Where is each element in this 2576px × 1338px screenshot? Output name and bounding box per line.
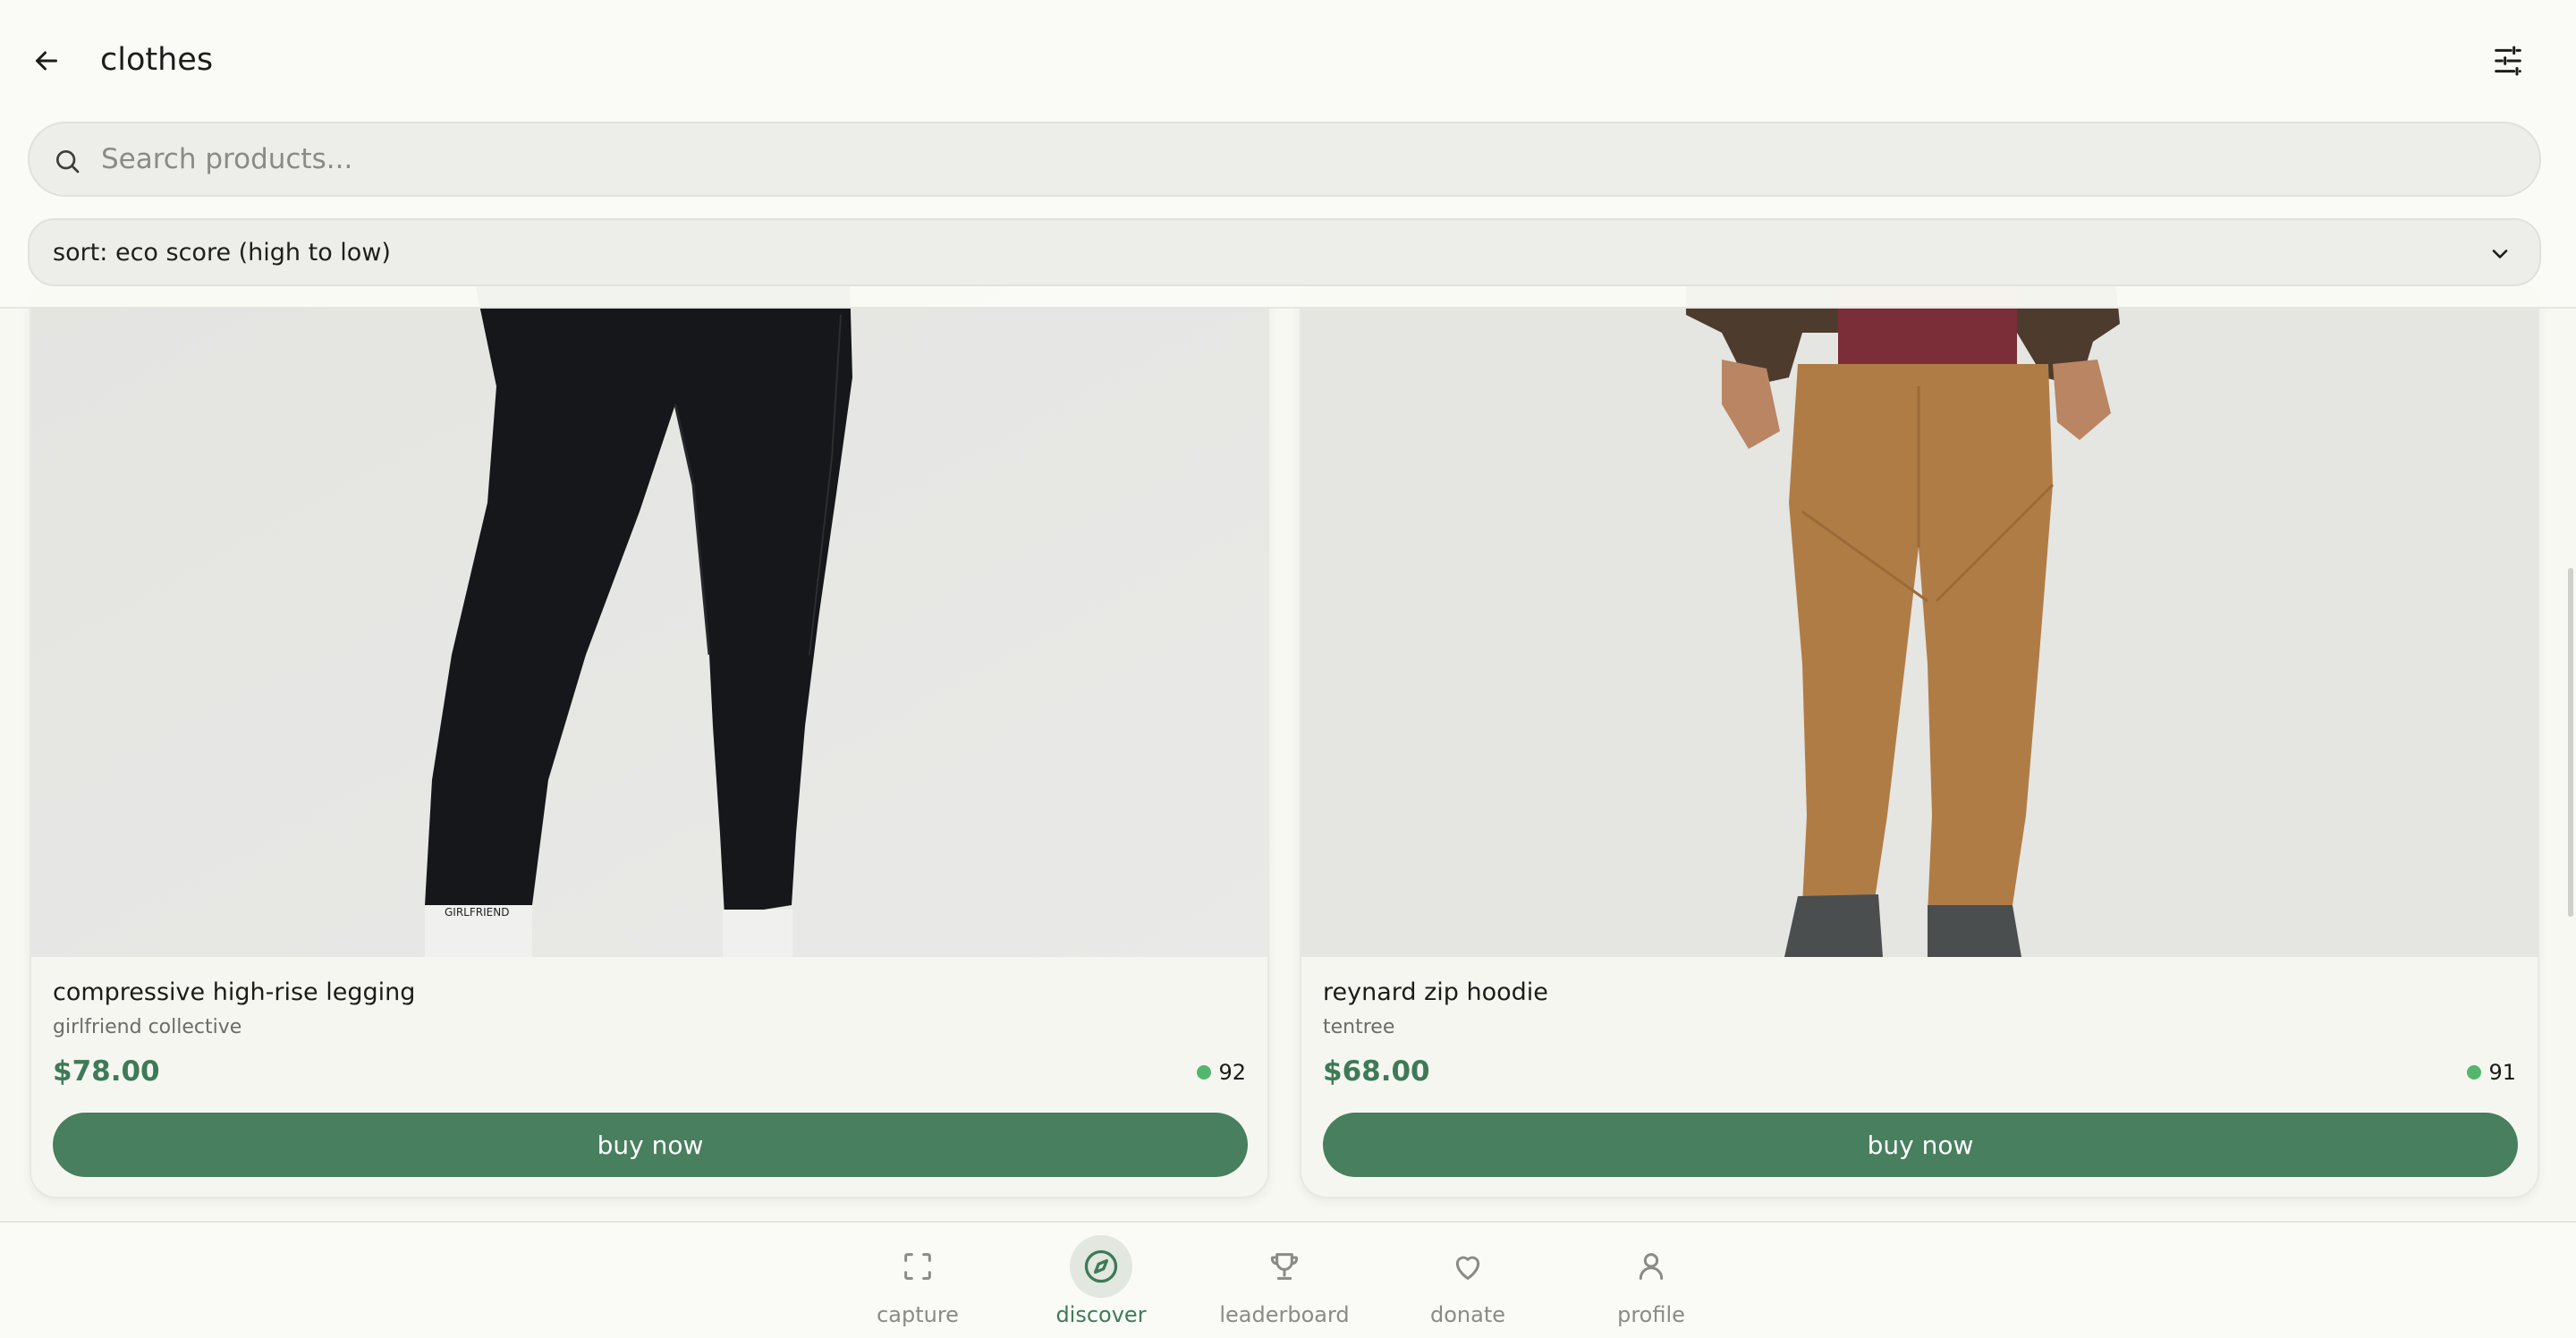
pants-photo — [1301, 279, 2538, 957]
product-brand: girlfriend collective — [53, 1016, 242, 1038]
sliders-icon — [2495, 46, 2521, 76]
heart-icon — [1436, 1235, 1499, 1298]
sort-label: sort: eco score (high to low) — [53, 239, 391, 267]
app-root: GIRLFRIEND compressive high-rise legging… — [0, 0, 2576, 1338]
eco-score-value: 92 — [1218, 1060, 1246, 1085]
sock-text: GIRLFRIEND — [445, 906, 509, 919]
product-card[interactable]: GIRLFRIEND compressive high-rise legging… — [30, 277, 1269, 1198]
search-icon — [49, 143, 85, 179]
eco-score-badge: 91 — [2467, 1059, 2516, 1086]
eco-score-dot-icon — [2467, 1065, 2482, 1080]
legging-photo: GIRLFRIEND — [31, 279, 1267, 957]
product-name[interactable]: compressive high-rise legging — [53, 977, 415, 1009]
nav-label: leaderboard — [1219, 1302, 1350, 1327]
compass-icon — [1070, 1235, 1132, 1298]
nav-item-capture[interactable]: capture — [846, 1235, 989, 1334]
filter-button[interactable] — [2483, 36, 2533, 86]
product-brand: tentree — [1323, 1016, 1395, 1038]
nav-label: capture — [877, 1302, 959, 1327]
product-card[interactable]: reynard zip hoodie tentree $68.00 91 buy… — [1300, 277, 2539, 1198]
back-button[interactable] — [21, 36, 72, 86]
eco-score-badge: 92 — [1197, 1059, 1246, 1086]
nav-label: donate — [1429, 1302, 1505, 1327]
chevron-down-icon — [2482, 236, 2518, 272]
page-title: clothes — [100, 42, 214, 78]
user-icon — [1620, 1235, 1682, 1298]
product-name[interactable]: reynard zip hoodie — [1323, 977, 1548, 1009]
scrollbar-thumb[interactable] — [2568, 568, 2573, 917]
buy-now-button[interactable]: buy now — [53, 1113, 1248, 1177]
arrow-left-icon — [36, 51, 57, 71]
product-price: $68.00 — [1323, 1055, 1430, 1088]
sort-dropdown[interactable]: sort: eco score (high to low) — [28, 218, 2541, 286]
nav-item-donate[interactable]: donate — [1396, 1235, 1539, 1334]
buy-now-button[interactable]: buy now — [1323, 1113, 2518, 1177]
eco-score-dot-icon — [1197, 1065, 1212, 1080]
eco-score-value: 91 — [2488, 1060, 2516, 1085]
nav-item-discover[interactable]: discover — [1030, 1235, 1173, 1334]
nav-label: profile — [1617, 1302, 1685, 1327]
nav-item-profile[interactable]: profile — [1580, 1235, 1723, 1334]
search-bar[interactable] — [28, 122, 2541, 197]
nav-item-leaderboard[interactable]: leaderboard — [1213, 1235, 1356, 1334]
product-image[interactable]: GIRLFRIEND — [31, 279, 1267, 957]
bottom-navigation: capture discover leaderboard donate prof… — [0, 1221, 2576, 1338]
product-price: $78.00 — [53, 1055, 160, 1088]
search-input[interactable] — [101, 123, 2516, 195]
scan-icon — [886, 1235, 949, 1298]
product-image[interactable] — [1301, 279, 2538, 957]
scrollbar[interactable] — [2565, 309, 2576, 1221]
nav-label: discover — [1055, 1302, 1147, 1327]
trophy-icon — [1253, 1235, 1316, 1298]
top-header: clothes sort: eco score (high to low) — [0, 0, 2576, 309]
